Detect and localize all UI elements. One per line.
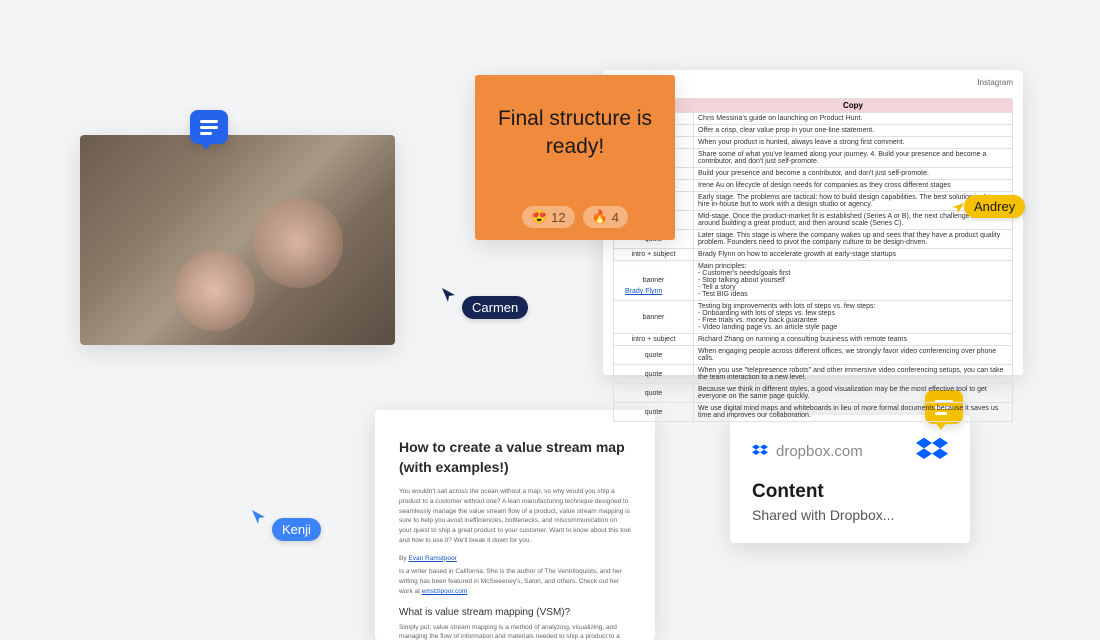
cell-copy: When you use "telepresence robots" and o…	[694, 365, 1013, 384]
table-row: quoteWhen engaging people across differe…	[614, 346, 1013, 365]
article-intro: You wouldn't sail across the ocean witho…	[399, 487, 631, 546]
table-row: intro + subjectRichard Zhang on running …	[614, 334, 1013, 346]
table-row: quoteWe use digital mind maps and whiteb…	[614, 403, 1013, 422]
article-p2: Simply put, value stream mapping is a me…	[399, 623, 631, 640]
cursor-label-andrey: Andrey	[964, 195, 1025, 218]
cursor-label-carmen: Carmen	[462, 296, 528, 319]
cell-format: banner	[614, 301, 694, 334]
article-bio-link[interactable]: emstzipoor.com	[422, 588, 468, 595]
cell-copy: Build your presence and become a contrib…	[694, 168, 1013, 180]
cursor-pointer-icon	[440, 286, 458, 304]
dropbox-title: Content	[752, 481, 948, 503]
article-author-link[interactable]: Evan Ramstpoor	[408, 555, 456, 562]
article-title: How to create a value stream map (with e…	[399, 438, 631, 477]
cursor-carmen: Carmen	[440, 286, 528, 319]
reaction-fire[interactable]: 🔥 4	[583, 206, 628, 228]
cell-copy: We use digital mind maps and whiteboards…	[694, 403, 1013, 422]
team-photo-card[interactable]	[80, 135, 395, 345]
table-row: intro + subjectBrady Flynn on how to acc…	[614, 249, 1013, 261]
table-row: bannerTesting big improvements with lots…	[614, 301, 1013, 334]
sticky-note-text: Final structure is ready!	[487, 105, 663, 162]
table-row: quoteBecause we think in different style…	[614, 384, 1013, 403]
cell-format: quote	[614, 346, 694, 365]
dropbox-subtitle: Shared with Dropbox...	[752, 507, 948, 523]
dropbox-icon	[752, 443, 768, 459]
comment-icon[interactable]	[190, 110, 228, 144]
table-row: bannerMain principles: - Customer's need…	[614, 261, 1013, 301]
cell-copy: Chris Messina's guide on launching on Pr…	[694, 113, 1013, 125]
cursor-label-kenji: Kenji	[272, 518, 321, 541]
cell-copy: Testing big improvements with lots of st…	[694, 301, 1013, 334]
cell-copy: Brady Flynn on how to accelerate growth …	[694, 249, 1013, 261]
cell-copy: Share some of what you've learned along …	[694, 149, 1013, 168]
reaction-bar: 😍 12 🔥 4	[522, 206, 628, 228]
cell-copy: Main principles: - Customer's needs/goal…	[694, 261, 1013, 301]
team-photo-image	[80, 135, 395, 345]
table-row: quoteWhen you use "telepresence robots" …	[614, 365, 1013, 384]
cell-format: quote	[614, 403, 694, 422]
cell-copy: Later stage. This stage is where the com…	[694, 230, 1013, 249]
dropbox-card[interactable]: dropbox.com Content Shared with Dropbox.…	[730, 415, 970, 543]
article-byline: By Evan Ramstpoor	[399, 554, 631, 564]
dropbox-header: dropbox.com	[752, 435, 948, 467]
comment-lines-icon	[200, 120, 218, 135]
cell-copy: Richard Zhang on running a consulting bu…	[694, 334, 1013, 346]
cursor-andrey: Andrey	[950, 195, 1025, 218]
article-heading-vsm: What is value stream mapping (VSM)?	[399, 607, 631, 618]
spreadsheet-brand: Instagram	[977, 78, 1013, 87]
cursor-pointer-icon	[250, 508, 268, 526]
cell-format: intro + subject	[614, 249, 694, 261]
dropbox-brand: dropbox.com	[752, 443, 863, 460]
spreadsheet-author-link[interactable]: Brady Flynn	[625, 288, 662, 295]
article-card[interactable]: How to create a value stream map (with e…	[375, 410, 655, 640]
cell-copy: Because we think in different styles, a …	[694, 384, 1013, 403]
cell-copy: Irene Au on lifecycle of design needs fo…	[694, 180, 1013, 192]
cell-format: quote	[614, 365, 694, 384]
reaction-heart-eyes[interactable]: 😍 12	[522, 206, 575, 228]
cell-copy: When engaging people across different of…	[694, 346, 1013, 365]
sticky-note[interactable]: Final structure is ready! 😍 12 🔥 4	[475, 75, 675, 240]
cell-format: quote	[614, 384, 694, 403]
cell-format: intro + subject	[614, 334, 694, 346]
dropbox-icon	[916, 435, 948, 467]
cursor-kenji: Kenji	[250, 508, 321, 541]
col-copy: Copy	[694, 99, 1013, 113]
article-bio: Is a writer based in California. She is …	[399, 567, 631, 596]
cell-copy: When your product is hunted, always leav…	[694, 137, 1013, 149]
cell-copy: Offer a crisp, clear value prop in your …	[694, 125, 1013, 137]
